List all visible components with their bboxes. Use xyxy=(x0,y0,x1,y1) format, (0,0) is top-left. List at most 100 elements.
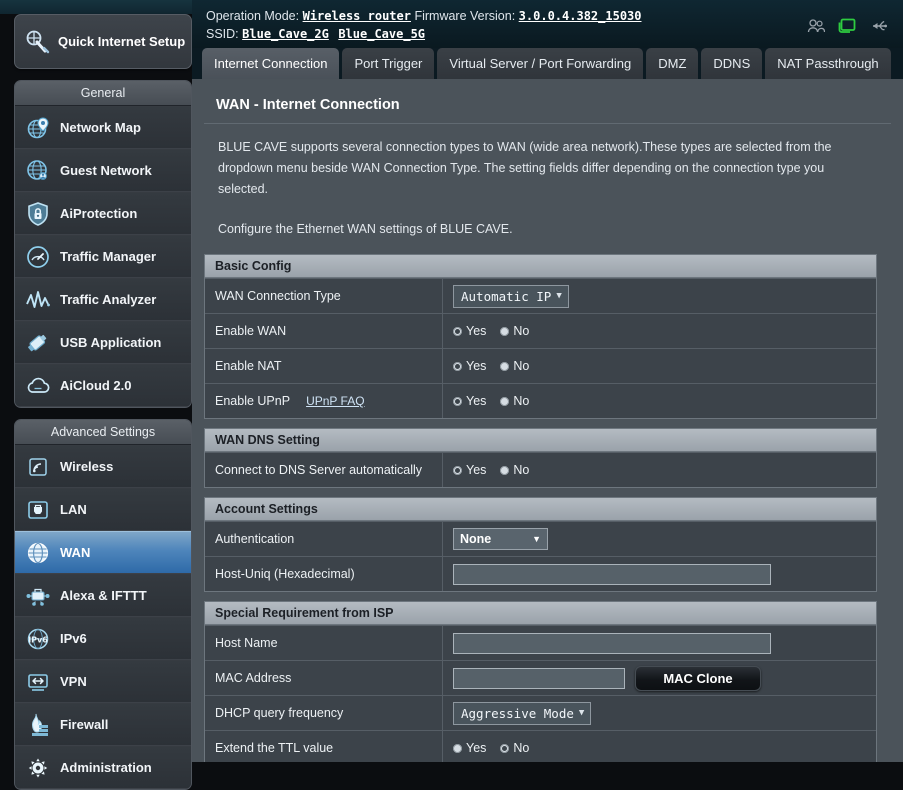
firmware-label: Firmware Version: xyxy=(414,9,516,23)
content-panel: WAN - Internet Connection BLUE CAVE supp… xyxy=(192,79,903,762)
lan-port-icon xyxy=(24,496,52,524)
display-icon[interactable] xyxy=(838,18,856,39)
operation-mode-value[interactable]: Wireless router xyxy=(303,9,411,23)
sidebar-item-traffic-manager[interactable]: Traffic Manager xyxy=(15,235,191,278)
svg-text:IPv6: IPv6 xyxy=(28,635,48,644)
guest-network-icon xyxy=(24,157,52,185)
enable-upnp-yes[interactable]: Yes xyxy=(453,394,486,408)
row-label: Host Name xyxy=(205,626,443,660)
row-dhcp-query-frequency: DHCP query frequency Aggressive Mode ▼ xyxy=(205,695,876,730)
quick-setup-label: Quick Internet Setup xyxy=(58,34,186,49)
row-value: Automatic IP ▼ xyxy=(443,279,876,313)
enable-wan-yes[interactable]: Yes xyxy=(453,324,486,338)
sidebar-item-administration[interactable]: Administration xyxy=(15,746,191,789)
tab-port-trigger[interactable]: Port Trigger xyxy=(342,48,435,79)
radio-indicator xyxy=(453,743,462,753)
usb-stick-icon xyxy=(24,329,52,357)
sidebar-item-ipv6[interactable]: IPv6 IPv6 xyxy=(15,617,191,660)
sidebar-item-quick-internet-setup[interactable]: Quick Internet Setup xyxy=(14,14,192,69)
sidebar-item-label: Alexa & IFTTT xyxy=(60,588,147,603)
row-label: Host-Uniq (Hexadecimal) xyxy=(205,557,443,591)
gauge-icon xyxy=(24,243,52,271)
firmware-value[interactable]: 3.0.0.4.382_15030 xyxy=(519,9,642,23)
enable-upnp-no[interactable]: No xyxy=(500,394,529,408)
sidebar-item-alexa-ifttt[interactable]: Alexa & IFTTT xyxy=(15,574,191,617)
sidebar-item-label: WAN xyxy=(60,545,91,560)
host-name-input[interactable] xyxy=(453,632,771,654)
sidebar: Quick Internet Setup General Network Map xyxy=(14,14,192,790)
sidebar-item-label: IPv6 xyxy=(60,631,87,646)
alexa-ifttt-icon xyxy=(24,582,52,610)
section-heading: Basic Config xyxy=(205,255,876,278)
radio-indicator xyxy=(500,326,510,336)
clients-icon[interactable] xyxy=(807,18,826,39)
radio-label: Yes xyxy=(466,463,487,477)
wan-connection-type-value: Automatic IP xyxy=(461,288,552,304)
sidebar-item-label: LAN xyxy=(60,502,87,517)
dhcp-query-frequency-select[interactable]: Aggressive Mode ▼ xyxy=(453,701,592,725)
sidebar-item-firewall[interactable]: Firewall xyxy=(15,703,191,746)
mac-address-input[interactable] xyxy=(453,667,625,689)
tab-internet-connection[interactable]: Internet Connection xyxy=(202,48,340,79)
enable-nat-yes[interactable]: Yes xyxy=(453,359,486,373)
sidebar-item-lan[interactable]: LAN xyxy=(15,488,191,531)
tab-dmz[interactable]: DMZ xyxy=(646,48,699,79)
sidebar-item-network-map[interactable]: Network Map xyxy=(15,106,191,149)
cloud-icon xyxy=(24,372,52,400)
section-basic-config: Basic Config WAN Connection Type Automat… xyxy=(204,254,877,419)
row-label: Enable UPnP UPnP FAQ xyxy=(205,384,443,418)
row-label: Enable NAT xyxy=(205,349,443,383)
sidebar-group-advanced-title: Advanced Settings xyxy=(15,420,191,445)
sidebar-item-wan[interactable]: WAN xyxy=(15,531,191,574)
sidebar-item-label: Wireless xyxy=(60,459,114,474)
enable-nat-no[interactable]: No xyxy=(500,359,529,373)
connect-dns-no[interactable]: No xyxy=(500,463,529,477)
sidebar-item-label: USB Application xyxy=(60,335,162,350)
shield-lock-icon xyxy=(24,200,52,228)
upnp-faq-link[interactable]: UPnP FAQ xyxy=(306,394,364,408)
sidebar-item-label: VPN xyxy=(60,674,87,689)
ipv6-icon: IPv6 xyxy=(24,625,52,653)
sidebar-item-usb-application[interactable]: USB Application xyxy=(15,321,191,364)
section-special-requirement-isp: Special Requirement from ISP Host Name M… xyxy=(204,601,877,762)
row-label: Authentication xyxy=(205,522,443,556)
usb-icon[interactable] xyxy=(869,19,887,38)
chevron-down-icon: ▼ xyxy=(532,534,541,544)
gear-icon xyxy=(24,754,52,782)
sidebar-item-aicloud[interactable]: AiCloud 2.0 xyxy=(15,364,191,407)
authentication-select[interactable]: None ▼ xyxy=(453,528,548,550)
host-uniq-input[interactable] xyxy=(453,563,771,585)
row-host-uniq: Host-Uniq (Hexadecimal) xyxy=(205,556,876,591)
connect-dns-yes[interactable]: Yes xyxy=(453,463,486,477)
enable-wan-no[interactable]: No xyxy=(500,324,529,338)
row-label: DHCP query frequency xyxy=(205,696,443,730)
section-heading: Special Requirement from ISP xyxy=(205,602,876,625)
sidebar-item-guest-network[interactable]: Guest Network xyxy=(15,149,191,192)
tab-virtual-server-port-forwarding[interactable]: Virtual Server / Port Forwarding xyxy=(437,48,644,79)
ssid-5g-value[interactable]: Blue_Cave_5G xyxy=(338,27,425,41)
row-label: Connect to DNS Server automatically xyxy=(205,453,443,487)
extend-ttl-yes[interactable]: Yes xyxy=(453,741,486,755)
sidebar-item-wireless[interactable]: Wireless xyxy=(15,445,191,488)
ssid-2g-value[interactable]: Blue_Cave_2G xyxy=(242,27,329,41)
mac-clone-button[interactable]: MAC Clone xyxy=(635,665,761,691)
sidebar-item-traffic-analyzer[interactable]: Traffic Analyzer xyxy=(15,278,191,321)
sidebar-item-label: Firewall xyxy=(60,717,109,732)
network-map-icon xyxy=(24,114,52,142)
extend-ttl-no[interactable]: No xyxy=(500,741,529,755)
firewall-flame-icon xyxy=(24,711,52,739)
extend-ttl-radio-group: Yes No xyxy=(453,741,529,755)
sidebar-item-label: Traffic Analyzer xyxy=(60,292,157,307)
radio-label: Yes xyxy=(466,359,487,373)
enable-wan-radio-group: Yes No xyxy=(453,324,529,338)
wan-connection-type-select[interactable]: Automatic IP ▼ xyxy=(453,284,569,308)
tab-nat-passthrough[interactable]: NAT Passthrough xyxy=(765,48,891,79)
sidebar-item-aiprotection[interactable]: AiProtection xyxy=(15,192,191,235)
tab-ddns[interactable]: DDNS xyxy=(701,48,763,79)
operation-mode-label: Operation Mode: xyxy=(206,9,300,23)
radio-label: No xyxy=(513,741,530,755)
sidebar-group-general: General Network Map Guest Network AiProt… xyxy=(14,80,192,408)
sidebar-item-vpn[interactable]: VPN xyxy=(15,660,191,703)
quick-setup-icon xyxy=(23,28,51,56)
status-line-mode: Operation Mode: Wireless router Firmware… xyxy=(206,7,903,25)
